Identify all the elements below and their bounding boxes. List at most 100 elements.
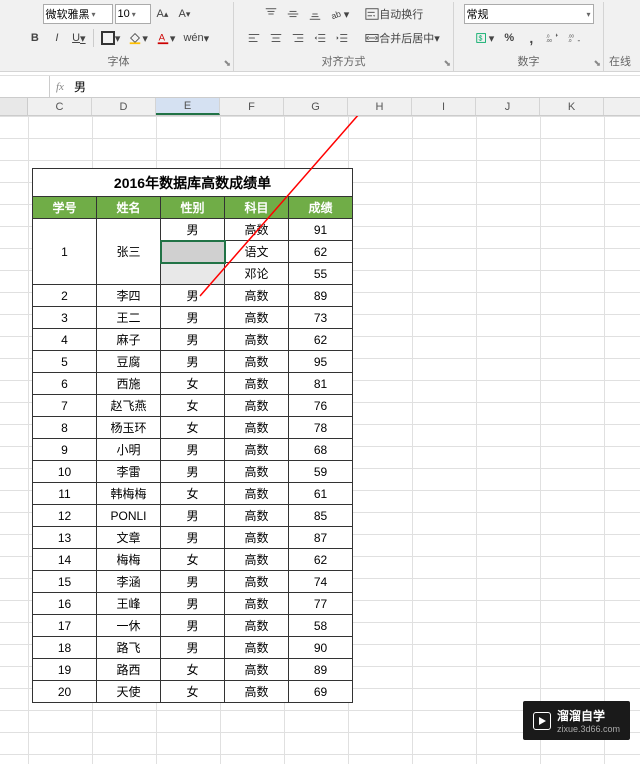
- cell[interactable]: 高数: [225, 483, 289, 505]
- cell[interactable]: 62: [289, 549, 353, 571]
- cell[interactable]: 高数: [225, 373, 289, 395]
- col-header[interactable]: K: [540, 98, 604, 115]
- cell[interactable]: 11: [33, 483, 97, 505]
- cell[interactable]: 高数: [225, 681, 289, 703]
- cell[interactable]: 高数: [225, 307, 289, 329]
- col-id[interactable]: 学号: [33, 197, 97, 219]
- col-header[interactable]: C: [28, 98, 92, 115]
- cell[interactable]: 男: [161, 219, 225, 241]
- cell[interactable]: 62: [289, 241, 353, 263]
- cell[interactable]: 男: [161, 439, 225, 461]
- cell[interactable]: 女: [161, 659, 225, 681]
- number-dialog-launcher-icon[interactable]: ⬊: [593, 58, 601, 69]
- cell[interactable]: 梅梅: [97, 549, 161, 571]
- cell[interactable]: 王峰: [97, 593, 161, 615]
- decrease-font-button[interactable]: A▾: [175, 4, 195, 24]
- cell[interactable]: 男: [161, 307, 225, 329]
- cell[interactable]: 10: [33, 461, 97, 483]
- percent-button[interactable]: %: [499, 28, 519, 48]
- cell[interactable]: 69: [289, 681, 353, 703]
- align-middle-button[interactable]: [283, 4, 303, 24]
- cell[interactable]: 高数: [225, 549, 289, 571]
- cell[interactable]: 韩梅梅: [97, 483, 161, 505]
- cell[interactable]: 20: [33, 681, 97, 703]
- number-format-combo[interactable]: 常规▾: [464, 4, 594, 24]
- cell[interactable]: 13: [33, 527, 97, 549]
- bold-button[interactable]: B: [25, 28, 45, 48]
- cell[interactable]: 14: [33, 549, 97, 571]
- cell[interactable]: 男: [161, 329, 225, 351]
- cell[interactable]: 87: [289, 527, 353, 549]
- cell[interactable]: 路飞: [97, 637, 161, 659]
- cell[interactable]: 一休: [97, 615, 161, 637]
- cell[interactable]: 81: [289, 373, 353, 395]
- col-header[interactable]: J: [476, 98, 540, 115]
- col-header[interactable]: G: [284, 98, 348, 115]
- alignment-dialog-launcher-icon[interactable]: ⬊: [443, 58, 451, 69]
- comma-style-button[interactable]: ,: [521, 28, 541, 48]
- align-right-button[interactable]: [288, 28, 308, 48]
- cell[interactable]: 王二: [97, 307, 161, 329]
- cell[interactable]: 58: [289, 615, 353, 637]
- selected-cell[interactable]: [161, 241, 225, 263]
- cell[interactable]: 85: [289, 505, 353, 527]
- underline-button[interactable]: U▾: [69, 28, 89, 48]
- cell[interactable]: 高数: [225, 461, 289, 483]
- cell[interactable]: 张三: [97, 219, 161, 285]
- cell[interactable]: 文章: [97, 527, 161, 549]
- cell[interactable]: 17: [33, 615, 97, 637]
- cell[interactable]: 3: [33, 307, 97, 329]
- orientation-button[interactable]: ab▾: [327, 4, 353, 24]
- decrease-decimal-button[interactable]: .00.0: [565, 28, 585, 48]
- cell[interactable]: 女: [161, 417, 225, 439]
- fill-color-button[interactable]: ▾: [125, 28, 151, 48]
- table-title[interactable]: 2016年数据库高数成绩单: [33, 169, 353, 197]
- cell[interactable]: 高数: [225, 439, 289, 461]
- cell[interactable]: 杨玉环: [97, 417, 161, 439]
- name-box[interactable]: [0, 76, 50, 97]
- cell[interactable]: 12: [33, 505, 97, 527]
- col-header[interactable]: E: [156, 98, 220, 115]
- cell[interactable]: 豆腐: [97, 351, 161, 373]
- cell[interactable]: 89: [289, 285, 353, 307]
- cell[interactable]: 61: [289, 483, 353, 505]
- cell[interactable]: 16: [33, 593, 97, 615]
- cell[interactable]: 男: [161, 505, 225, 527]
- cell[interactable]: 2: [33, 285, 97, 307]
- cell[interactable]: 男: [161, 615, 225, 637]
- cell[interactable]: 男: [161, 351, 225, 373]
- cell[interactable]: 77: [289, 593, 353, 615]
- cell[interactable]: 李涵: [97, 571, 161, 593]
- border-button[interactable]: ▾: [98, 28, 124, 48]
- cell[interactable]: 李四: [97, 285, 161, 307]
- cell[interactable]: 78: [289, 417, 353, 439]
- cell[interactable]: 高数: [225, 615, 289, 637]
- cell[interactable]: 89: [289, 659, 353, 681]
- accounting-format-button[interactable]: $▾: [472, 28, 498, 48]
- cell[interactable]: 男: [161, 285, 225, 307]
- fx-icon[interactable]: fx: [50, 81, 70, 93]
- cell[interactable]: 男: [161, 527, 225, 549]
- cell[interactable]: 15: [33, 571, 97, 593]
- cell[interactable]: 4: [33, 329, 97, 351]
- font-dialog-launcher-icon[interactable]: ⬊: [223, 58, 231, 69]
- cell[interactable]: 高数: [225, 659, 289, 681]
- cell[interactable]: 天使: [97, 681, 161, 703]
- cell[interactable]: 麻子: [97, 329, 161, 351]
- font-size-combo[interactable]: 10▾: [115, 4, 151, 24]
- cell[interactable]: 李雷: [97, 461, 161, 483]
- cell[interactable]: 高数: [225, 351, 289, 373]
- col-score[interactable]: 成绩: [289, 197, 353, 219]
- spreadsheet-grid[interactable]: 2016年数据库高数成绩单 学号 姓名 性别 科目 成绩 1 张三 男 高数 9…: [0, 116, 640, 764]
- cell[interactable]: 90: [289, 637, 353, 659]
- col-header[interactable]: D: [92, 98, 156, 115]
- cell[interactable]: 女: [161, 549, 225, 571]
- cell[interactable]: 高数: [225, 219, 289, 241]
- cell[interactable]: 1: [33, 219, 97, 285]
- col-subject[interactable]: 科目: [225, 197, 289, 219]
- cell[interactable]: 邓论: [225, 263, 289, 285]
- select-all-corner[interactable]: [0, 98, 28, 115]
- font-color-button[interactable]: A▾: [153, 28, 179, 48]
- align-left-button[interactable]: [244, 28, 264, 48]
- cell[interactable]: 高数: [225, 571, 289, 593]
